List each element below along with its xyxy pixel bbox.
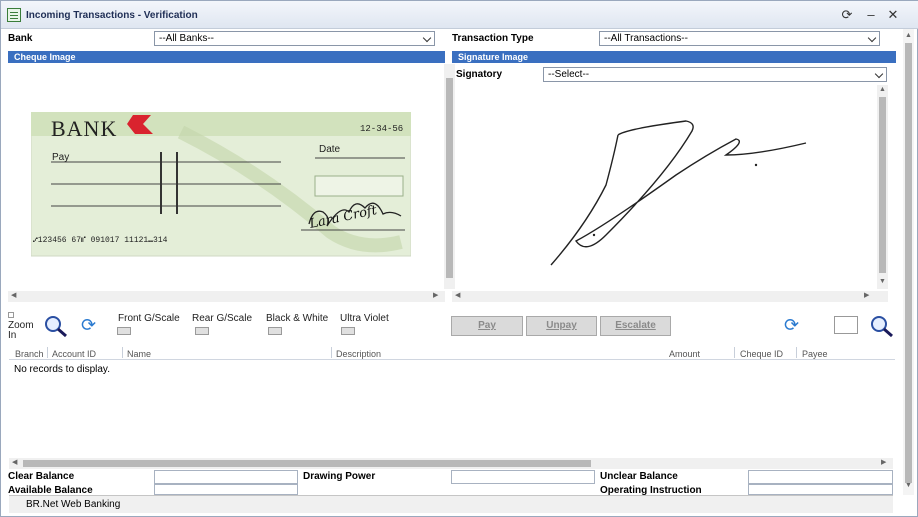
unclear-balance-field xyxy=(748,470,893,484)
column-separator xyxy=(796,347,797,358)
drawing-power-label: Drawing Power xyxy=(303,471,376,482)
chevron-down-icon xyxy=(867,33,877,43)
app-window: Incoming Transactions - Verification ⟳ –… xyxy=(0,0,918,517)
cheque-date-label: Date xyxy=(319,144,341,155)
unpay-button[interactable]: Unpay xyxy=(526,316,597,336)
bank-select-value: --All Banks-- xyxy=(159,33,215,44)
column-account-id[interactable]: Account ID xyxy=(52,349,96,359)
records-grid-header: Branch Account ID Name Description Amoun… xyxy=(9,345,895,360)
broken-image-icon xyxy=(8,312,14,318)
chevron-down-icon xyxy=(422,33,432,43)
available-balance-label: Available Balance xyxy=(8,485,93,495)
window-vertical-scrollbar[interactable]: ▲ ▼ xyxy=(903,29,914,495)
column-separator xyxy=(331,347,332,358)
signatory-select-value: --Select-- xyxy=(548,69,590,80)
scroll-right-icon[interactable]: ▶ xyxy=(433,291,438,301)
signature-vertical-scrollbar[interactable]: ▲ ▼ xyxy=(877,85,888,289)
image-placeholder-icon[interactable] xyxy=(834,316,858,334)
rear-grayscale-icon[interactable] xyxy=(268,327,282,335)
cheque-sort-code: 12-34-56 xyxy=(360,124,404,134)
transaction-type-value: --All Transactions-- xyxy=(604,33,688,44)
refresh-grid-icon[interactable]: ⟳ xyxy=(784,315,799,336)
operating-instruction-field xyxy=(748,484,893,495)
drawing-power-field xyxy=(451,470,595,484)
signature-image-header: Signature Image xyxy=(452,51,896,63)
clear-balance-label: Clear Balance xyxy=(8,471,75,482)
column-name[interactable]: Name xyxy=(127,349,151,359)
window-scroll-thumb[interactable] xyxy=(905,43,912,483)
signature-horizontal-scrollbar[interactable]: ◀ ▶ xyxy=(452,291,888,302)
scroll-left-icon[interactable]: ◀ xyxy=(11,291,16,301)
zoom-in-label: Zoom In xyxy=(8,320,34,341)
cheque-pay-label: Pay xyxy=(52,152,70,163)
column-cheque-id[interactable]: Cheque ID xyxy=(740,349,783,359)
scroll-down-icon[interactable]: ▼ xyxy=(905,481,912,491)
signature-image xyxy=(550,120,807,266)
search-icon[interactable] xyxy=(869,314,895,338)
column-branch[interactable]: Branch xyxy=(15,349,44,359)
refresh-window-icon[interactable]: ⟳ xyxy=(839,7,855,23)
signature-image-pane xyxy=(456,85,876,289)
cheque-vertical-scrollbar[interactable] xyxy=(444,64,455,289)
scroll-left-icon[interactable]: ◀ xyxy=(12,458,17,468)
grid-scroll-thumb[interactable] xyxy=(23,460,591,467)
front-grayscale-label[interactable]: Front G/Scale xyxy=(118,313,180,324)
clear-balance-field xyxy=(154,470,298,484)
ultra-violet-label[interactable]: Ultra Violet xyxy=(340,313,389,324)
cheque-image-header: Cheque Image xyxy=(8,51,445,63)
cheque-bank-name: BANK xyxy=(51,116,118,141)
scroll-left-icon[interactable]: ◀ xyxy=(455,291,460,301)
available-balance-field xyxy=(154,484,298,495)
unclear-balance-label: Unclear Balance xyxy=(600,471,678,482)
bank-label: Bank xyxy=(8,33,33,44)
cheque-micr-line: ⑇123456 67⑈ 091017 11121⑉314 xyxy=(33,236,168,245)
window-title: Incoming Transactions - Verification xyxy=(26,10,198,21)
black-white-label[interactable]: Black & White xyxy=(266,313,328,324)
black-white-icon[interactable] xyxy=(341,327,355,335)
scroll-right-icon[interactable]: ▶ xyxy=(864,291,869,301)
close-button[interactable]: ✕ xyxy=(885,7,901,23)
window-app-icon xyxy=(7,8,21,22)
column-description[interactable]: Description xyxy=(336,349,381,359)
column-payee[interactable]: Payee xyxy=(802,349,828,359)
scroll-right-icon[interactable]: ▶ xyxy=(881,458,886,468)
bank-select[interactable]: --All Banks-- xyxy=(154,31,435,46)
pay-button[interactable]: Pay xyxy=(451,316,523,336)
signatory-select[interactable]: --Select-- xyxy=(543,67,887,82)
title-bar: Incoming Transactions - Verification ⟳ –… xyxy=(1,1,918,29)
scroll-up-icon[interactable]: ▲ xyxy=(879,85,886,95)
scroll-up-icon[interactable]: ▲ xyxy=(905,31,912,41)
cheque-image-pane: BANK 12-34-56 Pay Date ⑇123456 67⑈ 09101… xyxy=(8,64,445,289)
column-separator xyxy=(47,347,48,358)
ultra-violet-icon[interactable] xyxy=(117,327,131,335)
column-separator xyxy=(122,347,123,358)
cheque-horizontal-scrollbar[interactable]: ◀ ▶ xyxy=(8,291,445,302)
transaction-type-label: Transaction Type xyxy=(452,33,534,44)
grid-horizontal-scrollbar[interactable]: ◀ ▶ xyxy=(9,458,893,469)
transaction-type-select[interactable]: --All Transactions-- xyxy=(599,31,880,46)
zoom-in-button[interactable]: Zoom In xyxy=(8,312,38,342)
scroll-down-icon[interactable]: ▼ xyxy=(879,277,886,287)
minimize-button[interactable]: – xyxy=(863,7,879,23)
front-grayscale-icon[interactable] xyxy=(195,327,209,335)
signatory-label: Signatory xyxy=(456,69,503,80)
status-text: BR.Net Web Banking xyxy=(26,499,121,510)
column-amount[interactable]: Amount xyxy=(669,349,700,359)
signature-scroll-thumb[interactable] xyxy=(879,97,886,273)
refresh-image-icon[interactable]: ⟳ xyxy=(81,315,96,336)
zoom-out-icon[interactable] xyxy=(43,314,69,338)
empty-grid-message: No records to display. xyxy=(14,364,110,375)
column-separator xyxy=(734,347,735,358)
status-bar: BR.Net Web Banking xyxy=(9,495,893,513)
cheque-scroll-thumb[interactable] xyxy=(446,78,453,278)
escalate-button[interactable]: Escalate xyxy=(600,316,671,336)
rear-grayscale-label[interactable]: Rear G/Scale xyxy=(192,313,252,324)
chevron-down-icon xyxy=(874,69,884,79)
operating-instruction-label: Operating Instruction xyxy=(600,485,702,495)
